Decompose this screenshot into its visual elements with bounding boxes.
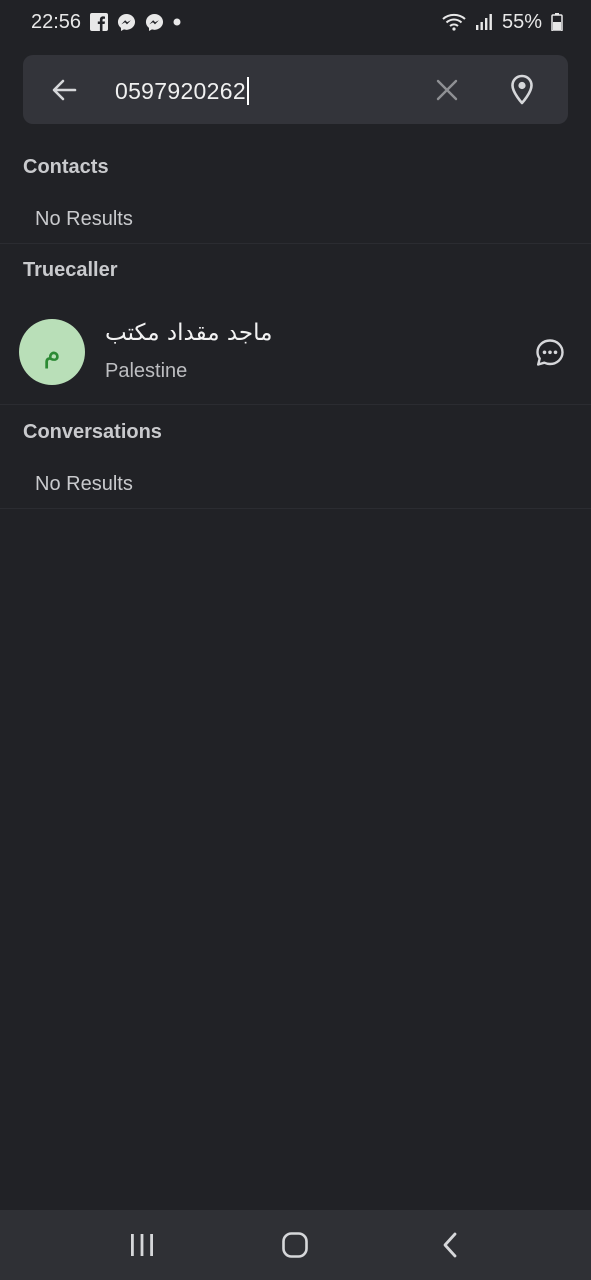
conversations-section-title: Conversations bbox=[23, 421, 162, 443]
home-icon[interactable] bbox=[275, 1228, 315, 1262]
status-right: 55% bbox=[442, 11, 563, 34]
result-name: ماجد مقداد مكتب bbox=[105, 320, 273, 346]
truecaller-result-row[interactable]: م ماجد مقداد مكتب Palestine bbox=[0, 302, 591, 402]
back-icon[interactable] bbox=[430, 1228, 470, 1262]
divider bbox=[0, 508, 591, 509]
search-input[interactable]: 0597920262 bbox=[115, 77, 249, 105]
facebook-icon bbox=[90, 13, 109, 31]
messenger-icon bbox=[145, 13, 164, 32]
contacts-no-results: No Results bbox=[35, 208, 133, 230]
recent-apps-icon[interactable] bbox=[122, 1228, 162, 1262]
status-time: 22:56 bbox=[31, 10, 82, 33]
avatar: م bbox=[19, 319, 85, 385]
result-location: Palestine bbox=[105, 360, 188, 382]
search-bar: 0597920262 bbox=[23, 55, 568, 124]
search-query-text: 0597920262 bbox=[115, 78, 246, 104]
battery-percent: 55% bbox=[501, 10, 542, 33]
conversations-no-results: No Results bbox=[35, 473, 133, 495]
wifi-icon bbox=[442, 13, 466, 31]
dot-icon bbox=[173, 18, 181, 26]
status-bar: 22:56 55% bbox=[0, 0, 591, 44]
messenger-icon bbox=[117, 13, 136, 32]
truecaller-section-title: Truecaller bbox=[23, 259, 118, 281]
signal-icon bbox=[475, 13, 493, 31]
divider bbox=[0, 243, 591, 244]
screen: 22:56 55% 0597920262 Contacts No Results… bbox=[0, 0, 591, 1280]
system-nav-bar bbox=[0, 1210, 591, 1280]
text-caret bbox=[246, 77, 249, 105]
contacts-section-title: Contacts bbox=[23, 156, 109, 178]
message-icon[interactable] bbox=[535, 338, 565, 368]
location-pin-icon[interactable] bbox=[508, 74, 536, 106]
back-arrow-icon[interactable] bbox=[50, 76, 78, 104]
battery-icon bbox=[551, 13, 563, 31]
divider bbox=[0, 404, 591, 405]
status-left: 22:56 bbox=[31, 11, 181, 34]
clear-icon[interactable] bbox=[434, 77, 460, 103]
